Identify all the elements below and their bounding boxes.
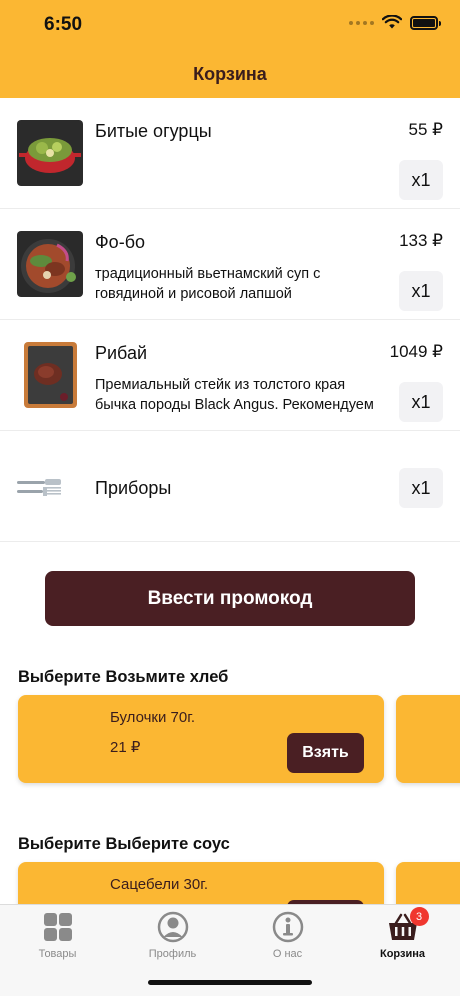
cucumber-dish-image [17,120,83,186]
item-price: 1049 ₽ [389,342,443,361]
tab-label: Товары [38,948,77,960]
promo-code-button[interactable]: Ввести промокод [45,571,415,626]
tab-label: Профиль [148,948,197,960]
quantity-button[interactable]: x1 [399,382,443,422]
item-name: Битые огурцы [95,121,212,141]
item-name: Фо-бо [95,232,146,252]
basket-icon: 3 [387,907,429,943]
home-indicator [148,980,312,985]
item-name: Рибай [95,343,148,363]
status-time: 6:50 [44,14,83,35]
wifi-icon [382,15,402,29]
item-price: 133 ₽ [399,231,443,250]
cart-item[interactable]: Рибай Премиальный стейк из толстого края… [0,320,460,431]
cart-item[interactable]: Битые огурцы 55 ₽ x1 [0,98,460,209]
upsell-section-title: Выберите Возьмите хлеб [18,668,229,686]
tab-profile[interactable]: Профиль [115,905,230,975]
grid-icon [42,911,74,943]
tab-label: О нас [272,948,303,960]
cart-item[interactable]: Фо-бо традиционный вьетнамский суп с гов… [0,209,460,320]
take-button[interactable]: Взять [287,733,364,773]
upsell-card[interactable]: Булочки 70г. 21 ₽ Взять [18,695,384,783]
item-description: традиционный вьетнамский суп с говядиной… [95,266,321,302]
profile-icon [157,911,189,943]
tab-about[interactable]: О нас [230,905,345,975]
battery-icon [410,15,441,30]
cutlery-icon [17,476,63,498]
app-header: 6:50 Корзина [0,0,460,98]
pho-bowl-image [17,231,83,297]
signal-icon [349,20,374,25]
ribeye-steak-image [24,342,77,408]
quantity-button[interactable]: x1 [399,271,443,311]
tab-products[interactable]: Товары [0,905,115,975]
upsell-product-name: Сацебели 30г. [110,876,208,893]
upsell-section-title: Выберите Выберите соус [18,835,230,853]
upsell-product-price: 21 ₽ [110,739,141,756]
item-price: 55 ₽ [408,120,443,139]
status-icons [349,15,441,30]
quantity-button[interactable]: x1 [399,468,443,508]
cart-item[interactable]: Приборы x1 [0,431,460,542]
page-title: Корзина [193,64,267,84]
tab-label: Корзина [380,948,425,960]
tab-cart[interactable]: 3 Корзина [345,905,460,975]
item-name: Приборы [95,478,172,498]
quantity-button[interactable]: x1 [399,160,443,200]
item-description: Премиальный стейк из толстого края бычка… [95,377,374,413]
upsell-product-name: Булочки 70г. [110,709,196,726]
cart-count-badge: 3 [409,907,429,926]
info-icon [272,911,304,943]
upsell-card-next[interactable] [396,695,460,783]
